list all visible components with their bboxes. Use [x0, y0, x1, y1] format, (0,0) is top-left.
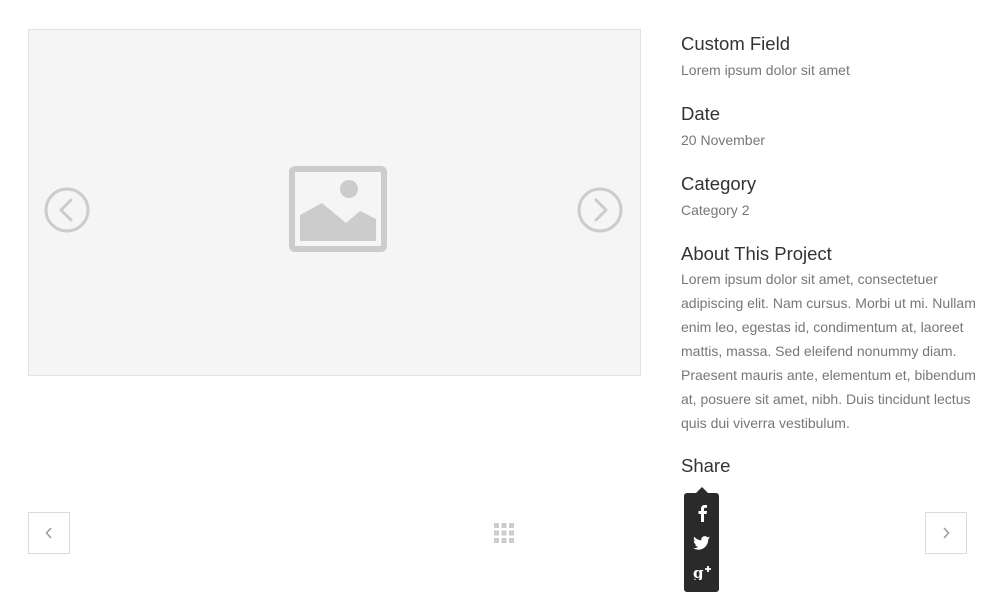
chevron-left-icon: [45, 527, 52, 539]
about-title: About This Project: [681, 243, 832, 264]
about-text: Lorem ipsum dolor sit amet, consectetuer…: [681, 271, 976, 431]
project-gallery: [28, 29, 641, 376]
share-google-plus-button[interactable]: g: [684, 558, 719, 586]
svg-text:g: g: [693, 564, 704, 580]
share-twitter-button[interactable]: [684, 529, 719, 557]
custom-field-value: Lorem ipsum dolor sit amet: [681, 62, 850, 78]
share-title: Share: [681, 455, 731, 476]
grid-icon: [494, 523, 514, 543]
gallery-next-button[interactable]: [576, 186, 624, 234]
share-facebook-button[interactable]: [684, 499, 719, 527]
prev-project-button[interactable]: [28, 512, 70, 554]
date-title: Date: [681, 103, 721, 124]
chevron-right-icon: [943, 527, 950, 539]
project-details: Custom Field Lorem ipsum dolor sit amet …: [681, 32, 981, 498]
share-menu: g: [684, 487, 719, 592]
image-placeholder-icon: [289, 166, 387, 252]
share-section: Share: [681, 454, 981, 478]
date-value: 20 November: [681, 132, 766, 148]
custom-field-title: Custom Field: [681, 33, 790, 54]
facebook-icon: [698, 505, 707, 522]
custom-field-section: Custom Field Lorem ipsum dolor sit amet: [681, 32, 981, 82]
twitter-icon: [693, 536, 710, 550]
about-section: About This Project Lorem ipsum dolor sit…: [681, 242, 981, 435]
date-section: Date 20 November: [681, 102, 981, 152]
category-value: Category 2: [681, 202, 750, 218]
google-plus-icon: g: [693, 564, 711, 580]
category-title: Category: [681, 173, 757, 194]
portfolio-grid-button[interactable]: [493, 522, 515, 544]
gallery-prev-button[interactable]: [43, 186, 91, 234]
next-project-button[interactable]: [925, 512, 967, 554]
category-section: Category Category 2: [681, 172, 981, 222]
